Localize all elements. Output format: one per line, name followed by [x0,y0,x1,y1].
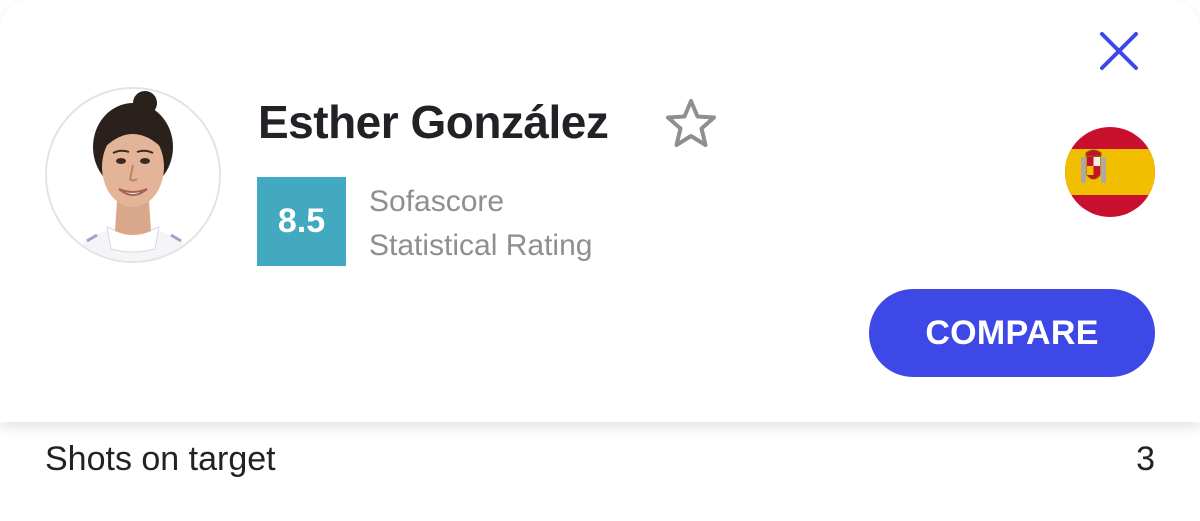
avatar[interactable] [45,87,221,263]
close-button[interactable] [1094,26,1144,76]
stat-row: Shots on target 3 [0,422,1200,521]
player-sheet: Esther González 8.5 Sofascore Statistica… [0,0,1200,521]
compare-button[interactable]: COMPARE [869,289,1155,377]
player-header-card: Esther González 8.5 Sofascore Statistica… [0,0,1200,422]
rating-label-line1: Sofascore [369,185,505,218]
rating-label-line2: Statistical Rating [369,229,593,262]
rating-label: Sofascore Statistical Rating [369,180,592,268]
stat-label: Shots on target [45,440,276,478]
player-name: Esther González [258,96,609,148]
close-icon [1100,32,1138,70]
favorite-button[interactable] [663,97,719,151]
nationality-flag [1065,127,1155,217]
rating-badge: 8.5 [257,177,346,266]
star-outline-icon [666,99,716,147]
stat-value: 3 [1136,440,1155,478]
spain-flag [1065,127,1155,217]
player-photo [47,89,219,261]
